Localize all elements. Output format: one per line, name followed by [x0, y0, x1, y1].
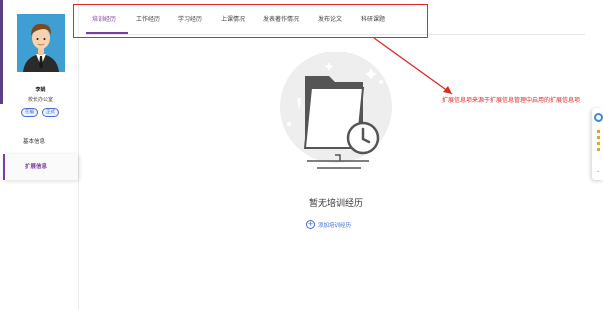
tab-training[interactable]: 培训经历 — [92, 14, 116, 23]
add-training-link[interactable]: + 添加培训经历 — [306, 220, 351, 229]
tab-work[interactable]: 工作经历 — [136, 14, 160, 23]
tab-classes[interactable]: 上课情况 — [221, 14, 245, 23]
tab-research[interactable]: 科研课题 — [361, 14, 385, 23]
active-tab-indicator — [86, 32, 128, 34]
avatar — [17, 14, 65, 72]
profile-sidebar: 李娟 校长办公室 在编 正式 基本信息 扩展信息 — [3, 0, 79, 309]
dots-icon — [597, 130, 600, 151]
status-badge: 在编 — [21, 108, 38, 117]
user-tags: 在编 正式 — [21, 108, 59, 117]
user-name: 李娟 — [35, 87, 46, 93]
plus-circle-icon: + — [306, 220, 315, 229]
tab-publications[interactable]: 发表著作情况 — [263, 14, 299, 23]
sidebar-item-extended-info[interactable]: 扩展信息 — [3, 154, 78, 180]
empty-folder-icon — [280, 51, 392, 169]
empty-folder-illustration — [271, 51, 401, 177]
person-avatar-icon — [17, 14, 65, 72]
tab-papers[interactable]: 发布论文 — [318, 14, 342, 23]
floating-side-widget[interactable]: ⌄ — [592, 108, 603, 180]
empty-state-title: 暂无培训经历 — [308, 199, 363, 209]
annotation-text: 扩展信息项来源于扩展信息管理中启用的扩展信息项 — [442, 97, 581, 104]
tab-study[interactable]: 学习经历 — [178, 14, 202, 23]
add-training-label: 添加培训经历 — [318, 222, 352, 229]
ring-icon — [594, 113, 603, 122]
sidebar-item-basic-info[interactable]: 基本信息 — [3, 132, 78, 152]
user-role: 校长办公室 — [27, 97, 53, 103]
status-badge: 正式 — [42, 108, 59, 117]
small-mark-icon: ⌄ — [596, 168, 601, 174]
